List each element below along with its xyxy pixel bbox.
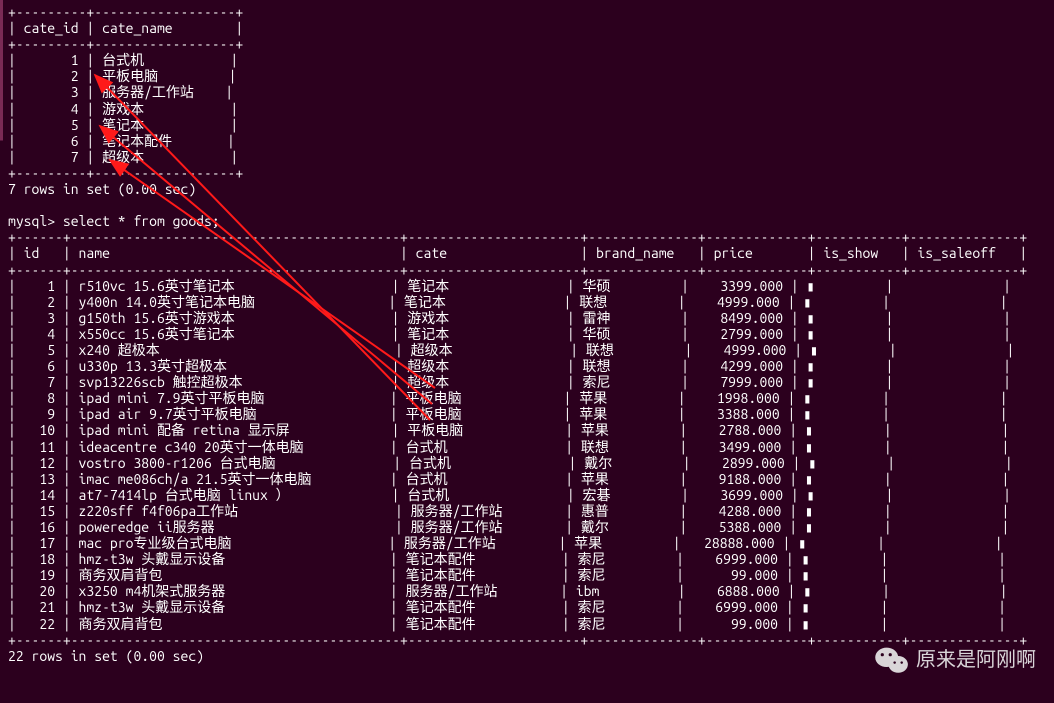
sidebar-decoration bbox=[0, 0, 3, 703]
watermark: 原来是阿刚啊 bbox=[874, 645, 1036, 675]
watermark-text: 原来是阿刚啊 bbox=[916, 649, 1036, 672]
wechat-icon bbox=[874, 645, 910, 675]
terminal-output: +---------+------------------+ | cate_id… bbox=[0, 0, 1054, 668]
